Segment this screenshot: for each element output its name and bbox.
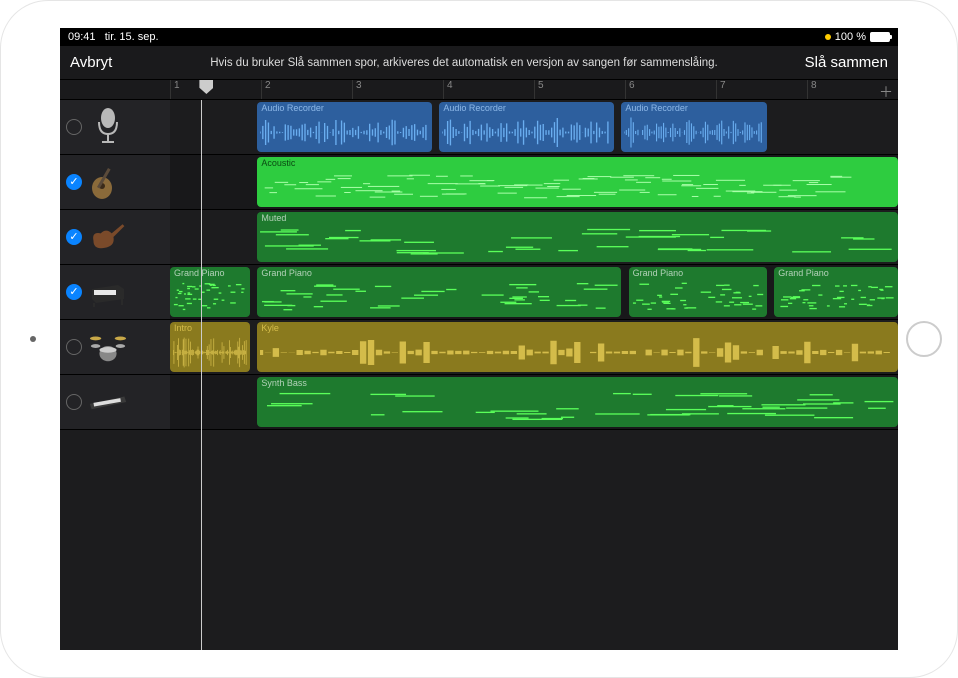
- merge-info-text: Hvis du bruker Slå sammen spor, arkivere…: [140, 57, 788, 69]
- region-label: Grand Piano: [261, 269, 617, 278]
- ipad-frame: 09:41 tir. 15. sep. 100 % Avbryt Hvis du…: [0, 0, 958, 678]
- track-lane[interactable]: Audio Recorder Audio Recorder Audio Record…: [170, 100, 898, 154]
- ruler-mark: 7: [716, 80, 726, 99]
- region-label: Muted: [261, 214, 894, 223]
- region[interactable]: Audio Recorder: [439, 102, 614, 152]
- track-checkbox[interactable]: [66, 229, 82, 245]
- battery-icon: [870, 32, 890, 42]
- status-bar: 09:41 tir. 15. sep. 100 %: [60, 28, 898, 46]
- region-content: [260, 336, 895, 369]
- status-left: 09:41 tir. 15. sep.: [68, 31, 159, 43]
- region-content: [260, 226, 895, 259]
- track-header[interactable]: [60, 210, 170, 264]
- track-checkbox[interactable]: [66, 339, 82, 355]
- ruler-mark: 6: [625, 80, 635, 99]
- ruler-mark: 1: [170, 80, 180, 99]
- track-lane[interactable]: Synth Bass: [170, 375, 898, 429]
- track-header[interactable]: [60, 100, 170, 154]
- add-section-button[interactable]: ＋: [878, 82, 894, 102]
- region[interactable]: Grand Piano: [170, 267, 250, 317]
- track-header[interactable]: [60, 375, 170, 429]
- track-lane[interactable]: Grand Piano Grand Piano Grand Piano Grand P…: [170, 265, 898, 319]
- region[interactable]: Synth Bass: [257, 377, 898, 427]
- track-row: Audio Recorder Audio Recorder Audio Record…: [60, 100, 898, 155]
- region-label: Grand Piano: [633, 269, 763, 278]
- region[interactable]: Grand Piano: [774, 267, 898, 317]
- track-checkbox[interactable]: [66, 284, 82, 300]
- region-content: [632, 281, 764, 314]
- region[interactable]: Muted: [257, 212, 898, 262]
- home-button[interactable]: [906, 321, 942, 357]
- cancel-button[interactable]: Avbryt: [70, 54, 140, 71]
- region-label: Synth Bass: [261, 379, 894, 388]
- region-label: Grand Piano: [174, 269, 246, 278]
- track-lane[interactable]: Muted: [170, 210, 898, 264]
- ruler-mark: 2: [261, 80, 271, 99]
- region-label: Kyle: [261, 324, 894, 333]
- status-right: 100 %: [825, 31, 890, 43]
- region-label: Grand Piano: [778, 269, 894, 278]
- region[interactable]: Kyle: [257, 322, 898, 372]
- track-checkbox[interactable]: [66, 394, 82, 410]
- region-content: [260, 391, 895, 424]
- camera-dot: [30, 336, 36, 342]
- region-content: [260, 116, 429, 149]
- region-content: [173, 336, 247, 369]
- track-row: Acoustic: [60, 155, 898, 210]
- region-content: [173, 281, 247, 314]
- acoustic-guitar-icon: [88, 162, 128, 202]
- battery-percent: 100 %: [835, 31, 866, 43]
- region-label: Intro: [174, 324, 246, 333]
- region[interactable]: Audio Recorder: [257, 102, 432, 152]
- merge-header: Avbryt Hvis du bruker Slå sammen spor, a…: [60, 46, 898, 80]
- piano-icon: [88, 272, 128, 312]
- region[interactable]: Grand Piano: [629, 267, 767, 317]
- drums-icon: [88, 327, 128, 367]
- region[interactable]: Acoustic: [257, 157, 898, 207]
- timeline-ruler[interactable]: ＋ 1 2 3 4 5 6 7 8: [60, 80, 898, 100]
- track-checkbox[interactable]: [66, 119, 82, 135]
- status-time: 09:41: [68, 31, 96, 43]
- track-row: Intro Kyle: [60, 320, 898, 375]
- track-lane[interactable]: Acoustic: [170, 155, 898, 209]
- region-content: [260, 281, 618, 314]
- recording-indicator-icon: [825, 34, 831, 40]
- track-row: Synth Bass: [60, 375, 898, 430]
- region[interactable]: Audio Recorder: [621, 102, 767, 152]
- region-content: [624, 116, 764, 149]
- ruler-mark: 5: [534, 80, 544, 99]
- region-label: Audio Recorder: [443, 104, 610, 113]
- track-header[interactable]: [60, 265, 170, 319]
- track-row: Grand Piano Grand Piano Grand Piano Grand P…: [60, 265, 898, 320]
- tracks-area: Audio Recorder Audio Recorder Audio Record…: [60, 100, 898, 650]
- region-label: Audio Recorder: [625, 104, 763, 113]
- track-header[interactable]: [60, 320, 170, 374]
- screen: 09:41 tir. 15. sep. 100 % Avbryt Hvis du…: [60, 28, 898, 650]
- mic-icon: [88, 107, 128, 147]
- track-header[interactable]: [60, 155, 170, 209]
- merge-button[interactable]: Slå sammen: [788, 54, 888, 71]
- bass-icon: [88, 217, 128, 257]
- region-label: Audio Recorder: [261, 104, 428, 113]
- ruler-mark: 4: [443, 80, 453, 99]
- region-content: [777, 281, 895, 314]
- ruler-mark: 8: [807, 80, 817, 99]
- region[interactable]: Grand Piano: [257, 267, 621, 317]
- region[interactable]: Intro: [170, 322, 250, 372]
- synth-icon: [88, 382, 128, 422]
- region-content: [260, 171, 895, 204]
- status-date: tir. 15. sep.: [105, 31, 159, 43]
- track-checkbox[interactable]: [66, 174, 82, 190]
- region-content: [442, 116, 611, 149]
- playhead-marker[interactable]: [199, 80, 213, 94]
- track-lane[interactable]: Intro Kyle: [170, 320, 898, 374]
- region-label: Acoustic: [261, 159, 894, 168]
- ruler-mark: 3: [352, 80, 362, 99]
- track-row: Muted: [60, 210, 898, 265]
